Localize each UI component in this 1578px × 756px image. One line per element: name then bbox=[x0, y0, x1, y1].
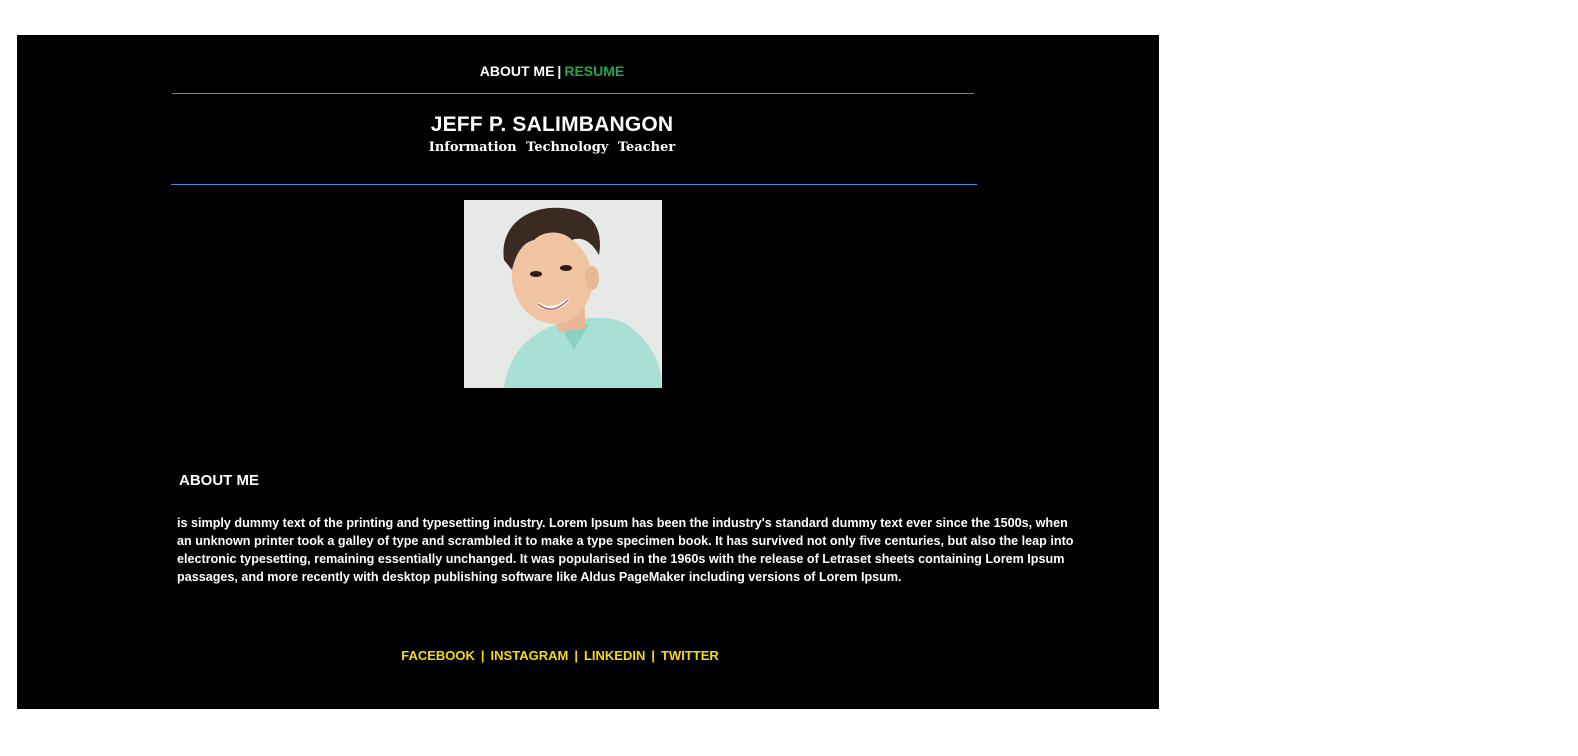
nav-separator: | bbox=[557, 63, 562, 79]
page-title: JEFF P. SALIMBANGON bbox=[430, 113, 674, 136]
linkedin-link[interactable]: LINKEDIN bbox=[584, 648, 645, 663]
job-title: Information Technology Teacher bbox=[428, 140, 676, 155]
page-panel: ABOUT ME | RESUME JEFF P. SALIMBANGON Info… bbox=[17, 35, 1159, 709]
nav-link-resume[interactable]: RESUME bbox=[564, 63, 624, 79]
social-divider: | bbox=[574, 648, 578, 663]
twitter-link[interactable]: TWITTER bbox=[661, 648, 719, 663]
top-nav: ABOUT ME | RESUME bbox=[17, 63, 1087, 79]
portrait-image bbox=[464, 200, 662, 388]
header-divider-top bbox=[172, 93, 974, 94]
social-divider: | bbox=[651, 648, 655, 663]
about-me-text: is simply dummy text of the printing and… bbox=[177, 516, 1074, 584]
facebook-link[interactable]: FACEBOOK bbox=[401, 648, 475, 663]
profile-photo bbox=[464, 200, 662, 388]
instagram-link[interactable]: INSTAGRAM bbox=[491, 648, 569, 663]
nav-link-about-me[interactable]: ABOUT ME bbox=[480, 63, 555, 79]
social-divider: | bbox=[480, 648, 485, 663]
header-divider-bottom bbox=[171, 184, 977, 185]
about-me-heading: ABOUT ME bbox=[179, 472, 259, 489]
social-links: FACEBOOK | INSTAGRAM | LINKEDIN | TWITTER bbox=[17, 648, 1103, 663]
